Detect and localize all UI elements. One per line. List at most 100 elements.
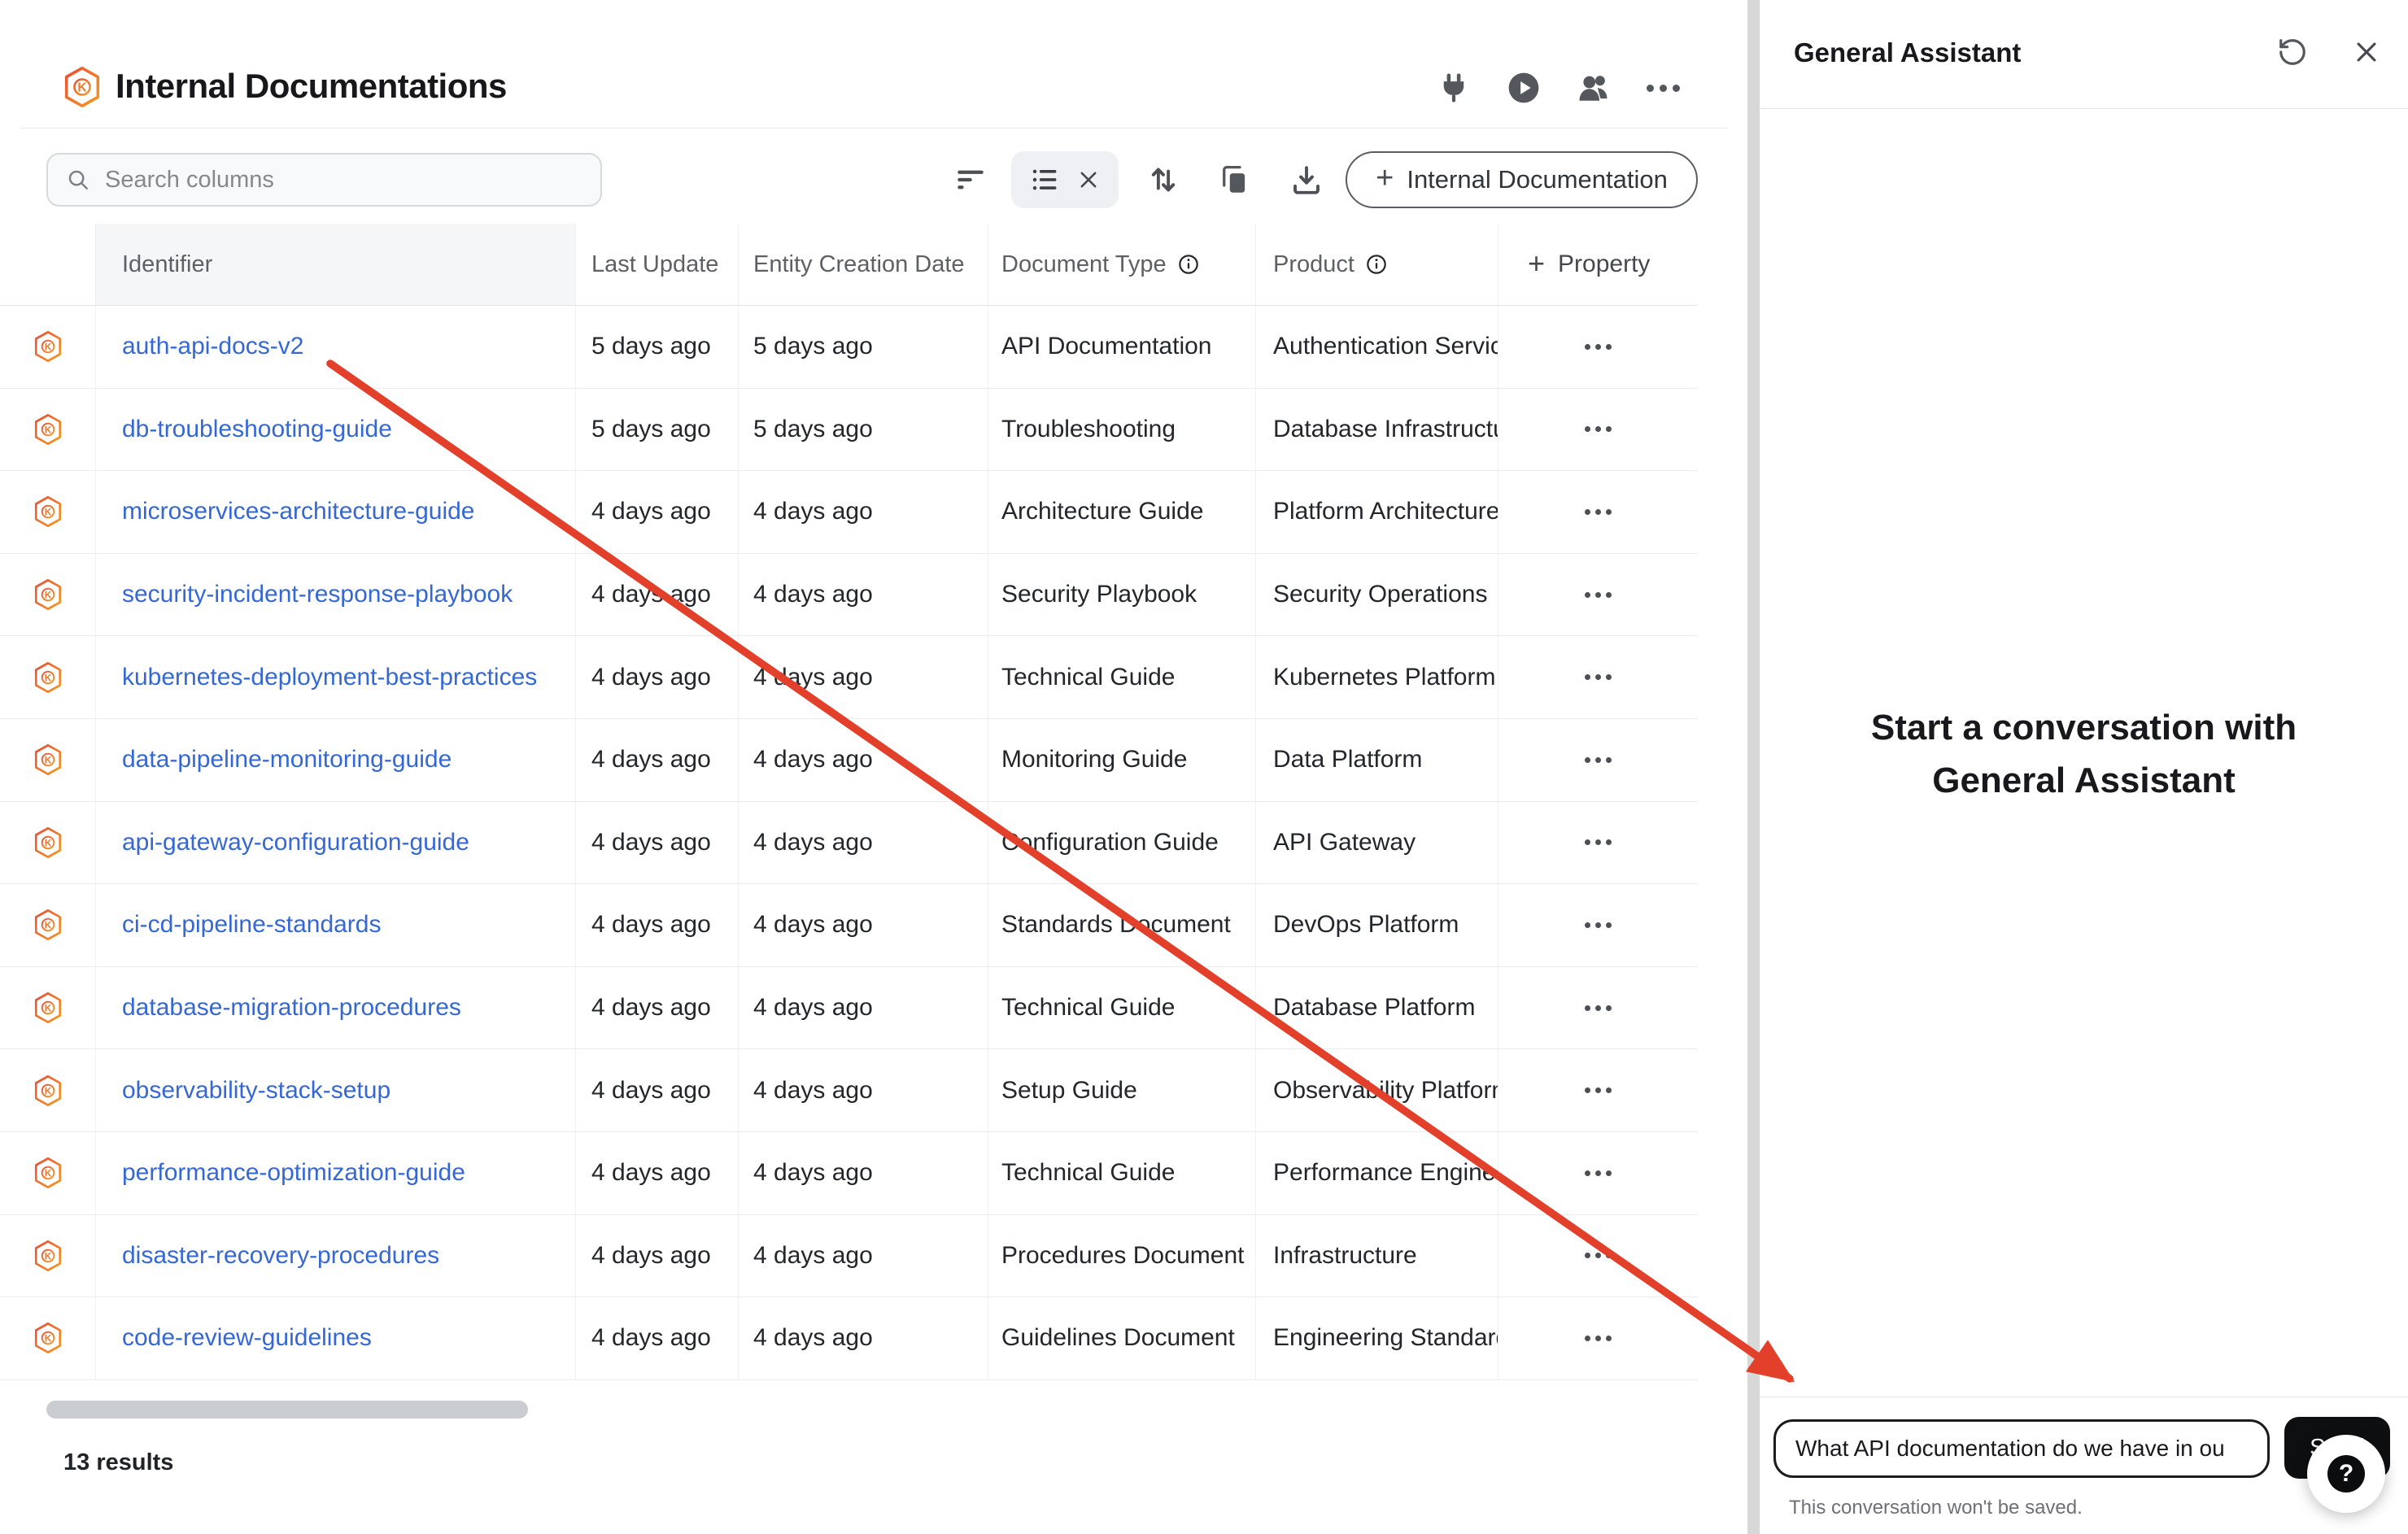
filter-icon[interactable] [950,159,991,200]
info-icon[interactable] [1366,254,1387,275]
assistant-header-divider [1760,108,2408,109]
column-header-entity-creation-date[interactable]: Entity Creation Date [739,224,988,305]
table-row: security-incident-response-playbook 4 da… [0,554,1698,637]
row-more-button[interactable] [1577,749,1620,771]
table-row: ci-cd-pipeline-standards 4 days ago 4 da… [0,884,1698,967]
last-update-cell: 4 days ago [576,719,739,801]
row-more-button[interactable] [1577,1162,1620,1184]
identifier-link[interactable]: ci-cd-pipeline-standards [122,911,382,939]
header-icon-col [0,224,96,305]
identifier-cell: database-migration-procedures [96,967,576,1049]
entity-creation-cell: 5 days ago [739,306,988,388]
hexagon-asset-icon [33,1321,63,1355]
column-header-product[interactable]: Product [1256,224,1498,305]
column-header-identifier[interactable]: Identifier [96,224,576,305]
copy-icon[interactable] [1214,159,1254,200]
row-more-button[interactable] [1577,666,1620,688]
identifier-link[interactable]: disaster-recovery-procedures [122,1242,439,1270]
last-update-cell: 4 days ago [576,1215,739,1297]
document-type-cell: Troubleshooting [988,389,1256,471]
identifier-link[interactable]: database-migration-procedures [122,994,461,1022]
list-view-icon [1030,164,1061,195]
add-internal-documentation-button[interactable]: + Internal Documentation [1346,151,1698,208]
row-more-button[interactable] [1577,501,1620,523]
search-icon [66,168,90,192]
panel-divider-handle[interactable] [1747,0,1760,1534]
view-toggle-pill[interactable] [1011,151,1119,208]
hexagon-asset-icon [33,826,63,860]
row-more-button[interactable] [1577,1244,1620,1266]
entity-creation-cell: 4 days ago [739,636,988,718]
product-cell: Performance Engineering [1256,1132,1498,1214]
users-icon[interactable] [1576,70,1612,106]
hexagon-asset-icon [33,1239,63,1273]
asset-icon-cell [0,471,96,553]
row-more-button[interactable] [1577,831,1620,853]
reset-conversation-icon[interactable] [2273,33,2312,72]
identifier-link[interactable]: auth-api-docs-v2 [122,333,303,360]
close-panel-icon[interactable] [2347,33,2386,72]
entity-creation-cell: 4 days ago [739,1297,988,1379]
product-cell: Data Platform [1256,719,1498,801]
column-label: Last Update [591,251,718,278]
identifier-link[interactable]: data-pipeline-monitoring-guide [122,746,452,774]
identifier-link[interactable]: kubernetes-deployment-best-practices [122,664,537,691]
row-more-button[interactable] [1577,914,1620,936]
download-icon[interactable] [1286,159,1327,200]
identifier-link[interactable]: db-troubleshooting-guide [122,416,392,443]
assistant-message-input[interactable] [1773,1419,2270,1478]
table-body: auth-api-docs-v2 5 days ago 5 days ago A… [0,306,1698,1380]
column-label: Product [1273,251,1354,278]
identifier-link[interactable]: observability-stack-setup [122,1077,390,1105]
last-update-cell: 4 days ago [576,967,739,1049]
document-type-cell: Technical Guide [988,967,1256,1049]
empty-state-line1: Start a conversation with [1760,701,2408,754]
row-more-button[interactable] [1577,997,1620,1019]
ellipsis-dots [1647,85,1680,92]
table-row: performance-optimization-guide 4 days ag… [0,1132,1698,1215]
column-header-last-update[interactable]: Last Update [576,224,739,305]
entity-creation-cell: 4 days ago [739,1049,988,1131]
more-icon[interactable] [1645,70,1681,106]
conversation-disclaimer: This conversation won't be saved. [1789,1497,2083,1519]
identifier-cell: code-review-guidelines [96,1297,576,1379]
document-type-cell: Procedures Document [988,1215,1256,1297]
last-update-cell: 4 days ago [576,636,739,718]
close-view-icon[interactable] [1077,168,1100,191]
identifier-link[interactable]: code-review-guidelines [122,1324,372,1352]
identifier-link[interactable]: microservices-architecture-guide [122,498,474,525]
search-input[interactable] [103,166,600,194]
product-cell: API Gateway [1256,802,1498,884]
identifier-link[interactable]: performance-optimization-guide [122,1159,465,1187]
plug-icon[interactable] [1436,70,1472,106]
add-property-button[interactable]: + Property [1498,224,1698,305]
add-property-label: Property [1558,251,1650,278]
horizontal-scrollbar-thumb[interactable] [46,1401,528,1419]
last-update-cell: 4 days ago [576,554,739,636]
add-button-label: Internal Documentation [1407,165,1668,194]
product-cell: Platform Architecture [1256,471,1498,553]
document-type-cell: Monitoring Guide [988,719,1256,801]
asset-icon-cell [0,1049,96,1131]
identifier-link[interactable]: security-incident-response-playbook [122,581,513,608]
row-more-button[interactable] [1577,584,1620,606]
column-header-document-type[interactable]: Document Type [988,224,1256,305]
table-row: kubernetes-deployment-best-practices 4 d… [0,636,1698,719]
sort-icon[interactable] [1143,159,1184,200]
column-label: Document Type [1001,251,1167,278]
hexagon-asset-icon [33,1156,63,1190]
asset-icon-cell [0,719,96,801]
help-button[interactable]: ? [2307,1435,2385,1513]
assistant-title: General Assistant [1794,37,2021,68]
play-circle-icon[interactable] [1506,70,1542,106]
identifier-link[interactable]: api-gateway-configuration-guide [122,829,469,856]
document-type-cell: Setup Guide [988,1049,1256,1131]
row-more-button[interactable] [1577,1079,1620,1101]
product-cell: Security Operations [1256,554,1498,636]
row-more-button[interactable] [1577,418,1620,440]
column-label: Identifier [122,251,212,278]
row-more-button[interactable] [1577,336,1620,358]
row-more-button[interactable] [1577,1327,1620,1349]
info-icon[interactable] [1178,254,1199,275]
product-cell: DevOps Platform [1256,884,1498,966]
